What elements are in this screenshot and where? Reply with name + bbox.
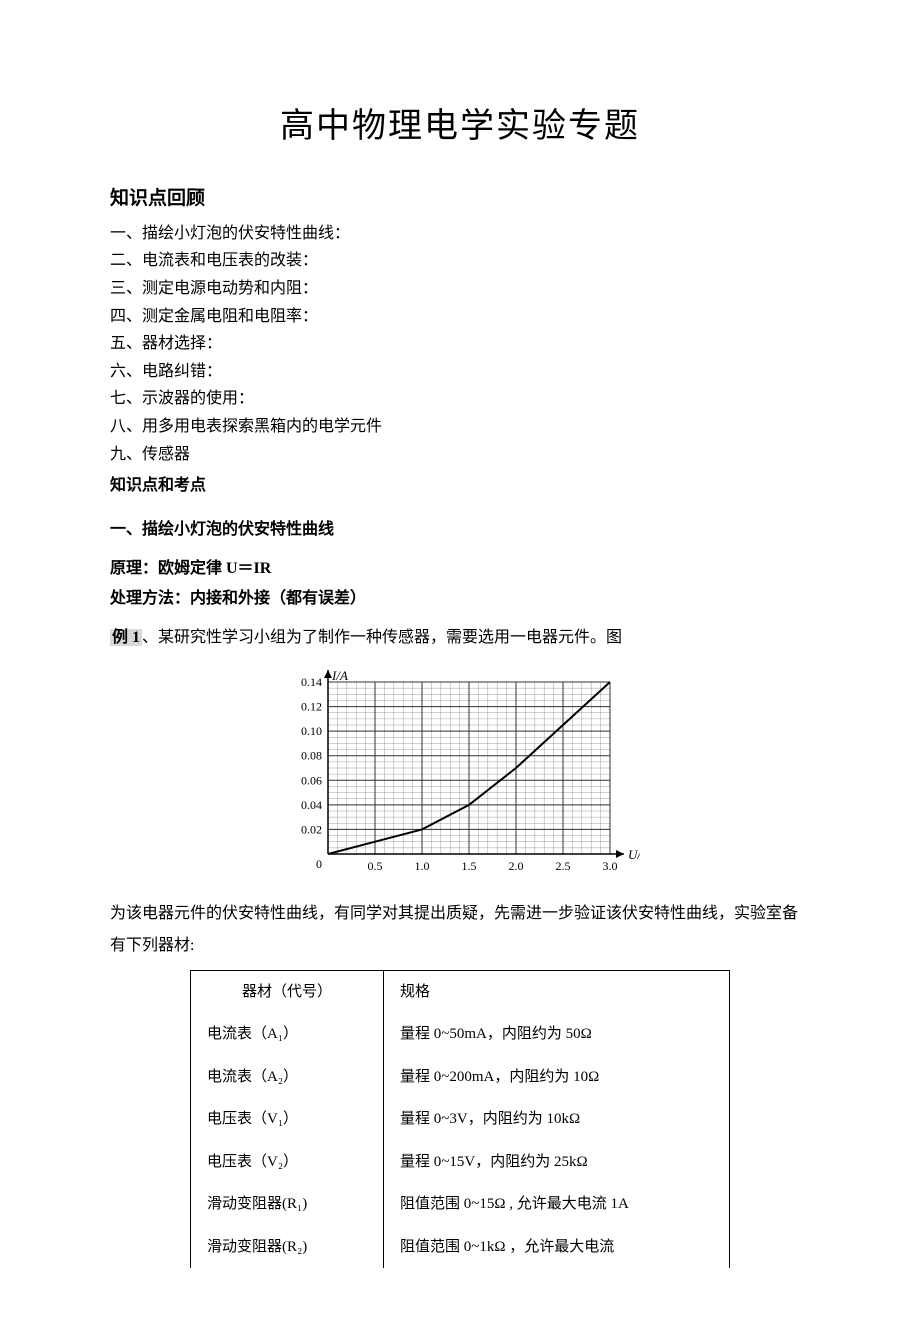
list-item: 三、测定电源电动势和内阻： [110, 276, 810, 302]
cell: 电流表（A₁） [191, 1013, 384, 1056]
svg-text:0.08: 0.08 [301, 748, 322, 762]
cell: 量程 0~50mA，内阻约为 50Ω [384, 1013, 730, 1056]
chart-svg: 0.02 0.04 0.06 0.08 0.10 0.12 0.14 0 0.5 1.0 1.5 2.… [280, 664, 640, 884]
header-cell: 规格 [384, 970, 730, 1013]
example-sep: 、 [142, 629, 158, 646]
cell: 量程 0~15V，内阻约为 25kΩ [384, 1141, 730, 1184]
after-chart-text: 为该电器元件的伏安特性曲线，有同学对其提出质疑，先需进一步验证该伏安特性曲线，实… [110, 898, 810, 962]
svg-text:0.14: 0.14 [301, 675, 322, 689]
svg-text:2.0: 2.0 [509, 859, 524, 873]
table-row: 电压表（V₂）量程 0~15V，内阻约为 25kΩ [191, 1141, 730, 1184]
cell: 量程 0~200mA，内阻约为 10Ω [384, 1056, 730, 1099]
list-item: 二、电流表和电压表的改装： [110, 248, 810, 274]
svg-text:2.5: 2.5 [556, 859, 571, 873]
cell: 阻值范围 0~15Ω , 允许最大电流 1A [384, 1183, 730, 1226]
cell: 滑动变阻器(R₂) [191, 1226, 384, 1269]
example-label: 例 1 [110, 629, 142, 646]
svg-text:U/V: U/V [628, 847, 640, 862]
svg-text:0.06: 0.06 [301, 773, 322, 787]
svg-text:0.04: 0.04 [301, 797, 322, 811]
list-item: 五、器材选择： [110, 331, 810, 357]
cell: 阻值范围 0~1kΩ ，允许最大电流 [384, 1226, 730, 1269]
svg-text:1.5: 1.5 [462, 859, 477, 873]
kp-heading: 知识点和考点 [110, 473, 810, 499]
cell: 电压表（V₂） [191, 1141, 384, 1184]
section-1-heading: 一、描绘小灯泡的伏安特性曲线 [110, 517, 810, 543]
svg-text:3.0: 3.0 [603, 859, 618, 873]
cell: 电流表（A₂） [191, 1056, 384, 1099]
example-intro-text: 某研究性学习小组为了制作一种传感器，需要选用一电器元件。图 [158, 629, 622, 646]
svg-text:0: 0 [316, 857, 322, 871]
table-header-row: 器材（代号） 规格 [191, 970, 730, 1013]
svg-text:0.12: 0.12 [301, 699, 322, 713]
principle-line: 原理：欧姆定律 U＝IR [110, 556, 810, 582]
table-row: 电流表（A₂）量程 0~200mA，内阻约为 10Ω [191, 1056, 730, 1099]
table-row: 电流表（A₁）量程 0~50mA，内阻约为 50Ω [191, 1013, 730, 1056]
table-row: 滑动变阻器(R₂)阻值范围 0~1kΩ ，允许最大电流 [191, 1226, 730, 1269]
equipment-table: 器材（代号） 规格 电流表（A₁）量程 0~50mA，内阻约为 50Ω 电流表（… [190, 970, 730, 1269]
header-cell: 器材（代号） [191, 970, 384, 1013]
example-1-intro: 例 1、某研究性学习小组为了制作一种传感器，需要选用一电器元件。图 [110, 622, 810, 654]
review-heading: 知识点回顾 [110, 184, 810, 214]
list-item: 六、电路纠错： [110, 359, 810, 385]
method-line: 处理方法：内接和外接（都有误差） [110, 586, 810, 612]
svg-text:1.0: 1.0 [415, 859, 430, 873]
list-item: 七、示波器的使用： [110, 386, 810, 412]
cell: 量程 0~3V，内阻约为 10kΩ [384, 1098, 730, 1141]
list-item: 九、传感器 [110, 442, 810, 468]
list-item: 一、描绘小灯泡的伏安特性曲线： [110, 221, 810, 247]
svg-text:0.5: 0.5 [368, 859, 383, 873]
page-title: 高中物理电学实验专题 [110, 100, 810, 154]
svg-text:I/A: I/A [331, 668, 348, 683]
svg-text:0.10: 0.10 [301, 724, 322, 738]
cell: 滑动变阻器(R₁) [191, 1183, 384, 1226]
iv-curve-chart: 0.02 0.04 0.06 0.08 0.10 0.12 0.14 0 0.5 1.0 1.5 2.… [280, 664, 640, 884]
svg-text:0.02: 0.02 [301, 822, 322, 836]
list-item: 八、用多用电表探索黑箱内的电学元件 [110, 414, 810, 440]
cell: 电压表（V₁） [191, 1098, 384, 1141]
table-row: 滑动变阻器(R₁)阻值范围 0~15Ω , 允许最大电流 1A [191, 1183, 730, 1226]
table-row: 电压表（V₁）量程 0~3V，内阻约为 10kΩ [191, 1098, 730, 1141]
review-list: 一、描绘小灯泡的伏安特性曲线： 二、电流表和电压表的改装： 三、测定电源电动势和… [110, 221, 810, 467]
list-item: 四、测定金属电阻和电阻率： [110, 304, 810, 330]
